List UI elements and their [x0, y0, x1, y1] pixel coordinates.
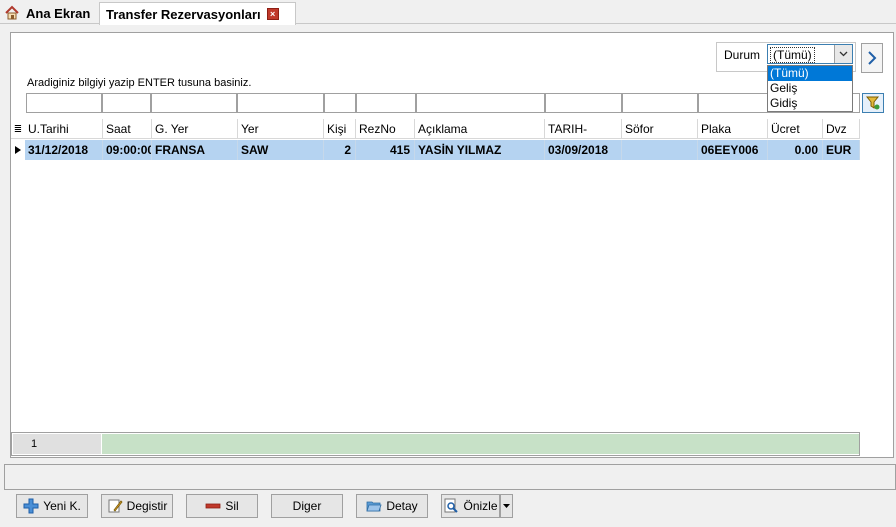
durum-option[interactable]: (Tümü)	[768, 66, 852, 81]
footer-summary-bar	[102, 434, 859, 454]
close-icon[interactable]: ×	[266, 8, 279, 20]
preview-dropdown-button[interactable]	[500, 494, 513, 518]
table-row[interactable]: 31/12/2018 09:00:00 FRANSA SAW 2 415 YAS…	[11, 140, 860, 160]
filter-tarih[interactable]	[545, 93, 622, 113]
table-cell[interactable]	[622, 140, 698, 160]
detail-button-label: Detay	[386, 499, 418, 513]
column-header[interactable]: Saat	[103, 119, 152, 139]
filter-g-yer[interactable]	[151, 93, 237, 113]
column-header[interactable]: Kişi	[324, 119, 356, 139]
preview-button-label: Önizle	[463, 499, 498, 513]
durum-option[interactable]: Geliş	[768, 81, 852, 96]
column-header[interactable]: U.Tarihi	[25, 119, 103, 139]
tab-label: Ana Ekran	[26, 5, 91, 21]
preview-button[interactable]: Önizle	[441, 494, 500, 518]
filter-yer[interactable]	[237, 93, 324, 113]
filter-sofor[interactable]	[622, 93, 698, 113]
record-count: 1	[13, 434, 101, 454]
table-cell[interactable]: 09:00:00	[103, 140, 152, 160]
table-cell[interactable]: EUR	[823, 140, 860, 160]
plus-icon	[23, 498, 39, 514]
filter-u-tarihi[interactable]	[26, 93, 102, 113]
tab-transfer-rezervasyonlari[interactable]: Transfer Rezervasyonları ×	[99, 2, 296, 25]
durum-label: Durum	[724, 48, 761, 62]
table-cell[interactable]: 415	[356, 140, 415, 160]
home-icon	[4, 5, 20, 21]
table-cell[interactable]: FRANSA	[152, 140, 238, 160]
column-header[interactable]: Açıklama	[415, 119, 545, 139]
magnifier-icon	[443, 498, 459, 514]
chevron-down-icon	[503, 504, 510, 508]
table-cell[interactable]: 03/09/2018	[545, 140, 622, 160]
table-cell[interactable]: 06EEY006	[698, 140, 768, 160]
grid-header: ≣ U.Tarihi Saat G. Yer Yer Kişi RezNo Aç…	[11, 119, 860, 139]
status-bar	[4, 464, 896, 490]
minus-icon	[205, 498, 221, 514]
table-cell[interactable]: 2	[324, 140, 356, 160]
filter-kisi[interactable]	[324, 93, 356, 113]
table-cell[interactable]: 31/12/2018	[25, 140, 103, 160]
edit-button[interactable]: Degistir	[101, 494, 173, 518]
table-cell[interactable]: 0.00	[768, 140, 823, 160]
filter-saat[interactable]	[102, 93, 151, 113]
durum-select[interactable]: (Tümü)	[767, 44, 853, 64]
column-header[interactable]: RezNo	[356, 119, 415, 139]
table-cell[interactable]: SAW	[238, 140, 324, 160]
tab-bar: Ana Ekran Transfer Rezervasyonları ×	[0, 0, 896, 25]
column-chooser-icon[interactable]: ≣	[11, 119, 25, 139]
durum-selected-value: (Tümü)	[770, 47, 815, 63]
grid-footer: 1	[11, 432, 860, 456]
filter-apply-button[interactable]	[862, 93, 884, 113]
column-header[interactable]: Ücret	[768, 119, 823, 139]
other-button[interactable]: Diger	[271, 494, 343, 518]
chevron-right-icon	[868, 51, 877, 65]
row-indicator-icon	[11, 140, 25, 160]
column-header[interactable]: Söfor	[622, 119, 698, 139]
table-cell[interactable]: YASİN YILMAZ	[415, 140, 545, 160]
filter-aciklama[interactable]	[416, 93, 545, 113]
pencil-icon	[107, 498, 123, 514]
tab-ana-ekran[interactable]: Ana Ekran	[4, 2, 98, 24]
filter-icon	[866, 96, 880, 110]
search-hint: Aradiginiz bilgiyi yazip ENTER tusuna ba…	[27, 77, 252, 89]
folder-icon	[366, 498, 382, 514]
filter-rezno[interactable]	[356, 93, 416, 113]
column-header[interactable]: Plaka	[698, 119, 768, 139]
column-header[interactable]: Dvz	[823, 119, 860, 139]
column-header[interactable]: G. Yer	[152, 119, 238, 139]
filter-plaka[interactable]	[698, 93, 768, 113]
column-header[interactable]: TARIH-	[545, 119, 622, 139]
delete-button[interactable]: Sil	[186, 494, 258, 518]
next-button[interactable]	[861, 43, 883, 73]
detail-button[interactable]: Detay	[356, 494, 428, 518]
tab-label: Transfer Rezervasyonları	[106, 6, 261, 22]
other-button-label: Diger	[292, 499, 322, 513]
new-button[interactable]: Yeni K.	[16, 494, 88, 518]
delete-button-label: Sil	[225, 499, 239, 513]
new-button-label: Yeni K.	[43, 499, 81, 513]
edit-button-label: Degistir	[126, 499, 168, 513]
durum-dropdown-list: (Tümü) Geliş Gidiş	[767, 65, 853, 112]
reservations-grid: ≣ U.Tarihi Saat G. Yer Yer Kişi RezNo Aç…	[11, 119, 893, 458]
column-header[interactable]: Yer	[238, 119, 324, 139]
durum-option[interactable]: Gidiş	[768, 96, 852, 111]
chevron-down-icon[interactable]	[834, 45, 852, 63]
